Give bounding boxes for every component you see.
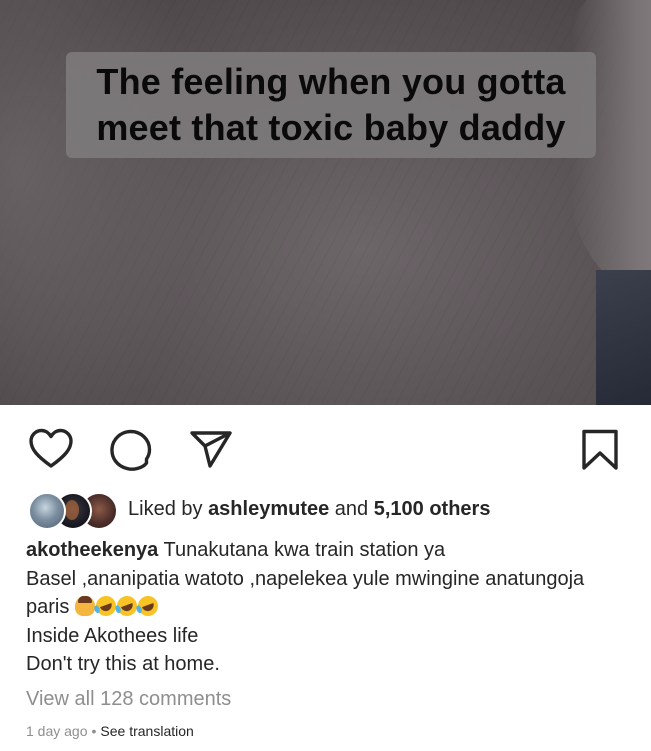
background-corner <box>596 270 651 405</box>
caption-line-1: Tunakutana kwa train station ya <box>158 539 446 561</box>
rofl-emoji <box>135 593 161 620</box>
bookmark-icon[interactable] <box>577 427 623 473</box>
overlay-text-line-2: meet that toxic baby daddy <box>96 107 566 148</box>
liker-avatars <box>28 490 118 530</box>
comment-icon[interactable] <box>108 427 154 473</box>
caption-line-3: paris <box>26 596 75 619</box>
caption-line-2: Basel ,ananipatia watoto ,napelekea yule… <box>26 567 585 590</box>
video-caption-overlay: The feeling when you gotta meet that tox… <box>66 52 596 158</box>
likes-row: Liked by ashleymutee and 5,100 others <box>28 489 638 530</box>
likes-count[interactable]: 5,100 others <box>374 498 491 520</box>
post-meta: 1 day ago • See translation <box>26 723 194 739</box>
likes-and: and <box>329 497 374 520</box>
post-action-bar <box>0 405 651 485</box>
send-icon[interactable] <box>188 427 234 473</box>
caption-line-5: Don't try this at home. <box>26 653 220 676</box>
see-translation-link[interactable]: See translation <box>100 723 193 739</box>
caption-line-3-row: paris <box>26 593 636 622</box>
avatar[interactable] <box>28 492 66 530</box>
likes-summary[interactable]: Liked by ashleymutee and 5,100 others <box>128 498 490 521</box>
person-pouting-emoji <box>74 596 95 617</box>
post-caption: akotheekenya Tunakutana kwa train statio… <box>26 536 636 679</box>
caption-username[interactable]: akotheekenya <box>26 539 158 561</box>
overlay-text-line-1: The feeling when you gotta <box>96 61 566 102</box>
view-comments-link[interactable]: View all 128 comments <box>26 688 231 711</box>
liker-username[interactable]: ashleymutee <box>208 498 329 520</box>
likes-prefix: Liked by <box>128 497 209 520</box>
post-media[interactable]: The feeling when you gotta meet that tox… <box>0 0 651 405</box>
separator-dot: • <box>91 723 97 739</box>
timestamp: 1 day ago <box>26 723 88 739</box>
caption-line-4: Inside Akothees life <box>26 624 199 647</box>
heart-icon[interactable] <box>28 427 74 473</box>
